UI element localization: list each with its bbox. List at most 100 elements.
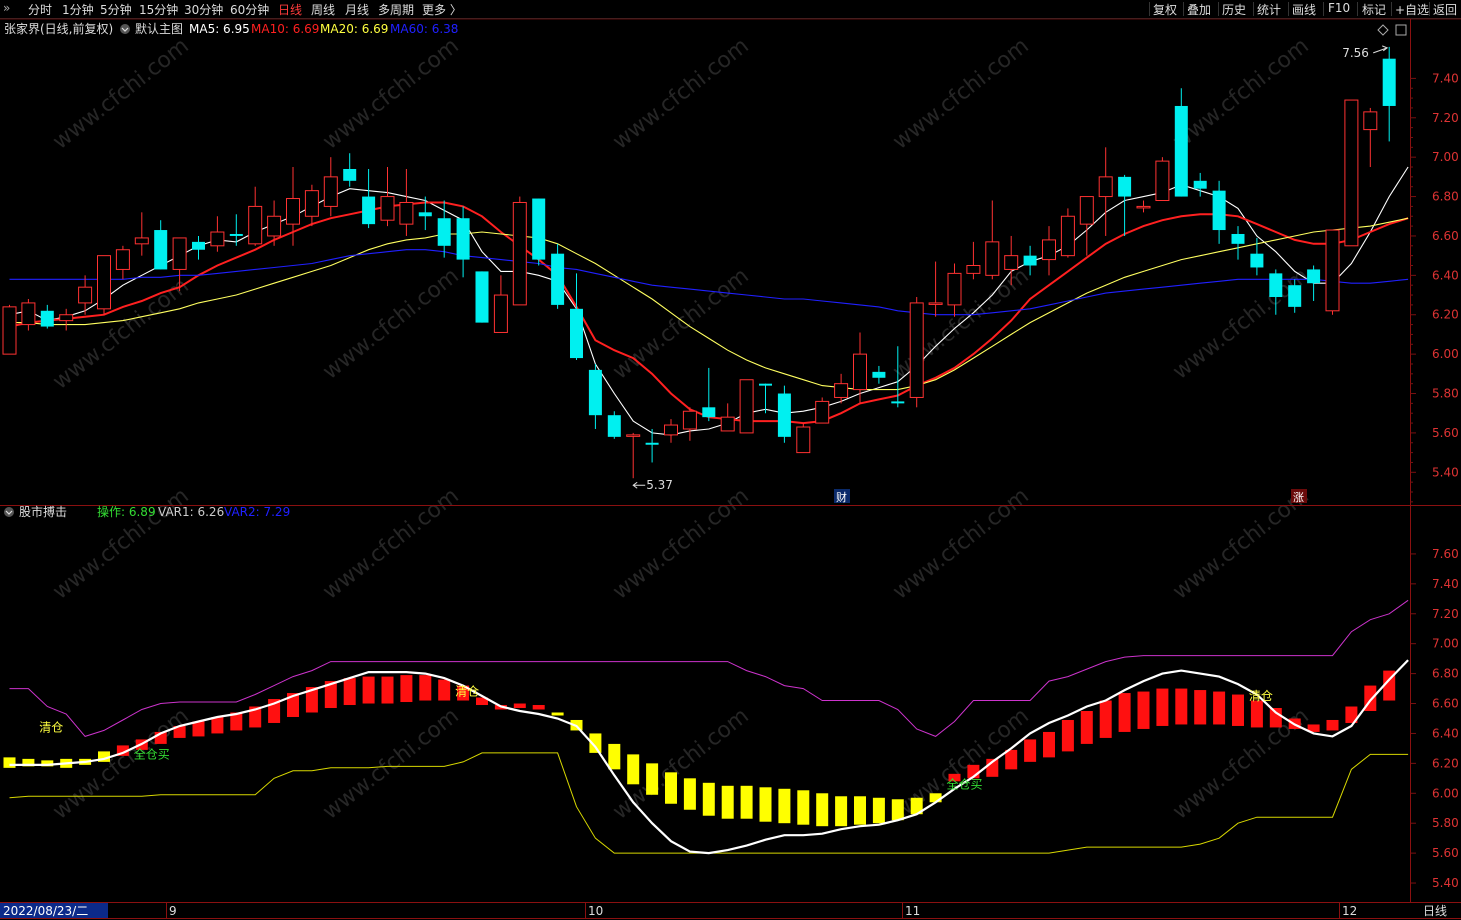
indicator-bar [1326, 719, 1339, 731]
kline-chart[interactable]: www.cfchi.com www.cfchi.com www.cfchi.com w… [0, 0, 1461, 920]
candle-body-down [1250, 253, 1264, 268]
template-dropdown-icon[interactable] [120, 24, 130, 34]
candle-body-up [928, 302, 943, 305]
watermark-text: www.cfchi.com [608, 483, 753, 604]
month-label-12: 12 [1342, 904, 1357, 918]
buy-signal-label: 全仓买 [134, 746, 170, 761]
indicator-bar [1061, 719, 1074, 752]
watermark-text: www.cfchi.com [888, 33, 1033, 154]
indicator-bar [627, 754, 640, 785]
candle-body-down [1307, 269, 1321, 284]
candle-body-up [909, 302, 924, 398]
candle-body-down [418, 212, 432, 217]
candle-body-up [1136, 205, 1151, 209]
indicator-bar [381, 676, 394, 704]
indicator-bar [1024, 739, 1037, 762]
axis-tick-label: 6.80 [1432, 190, 1459, 204]
indicator-bar [1080, 711, 1093, 744]
candle-body-down [437, 218, 451, 246]
candle-body-up [323, 176, 338, 207]
watermark-text: www.cfchi.com [48, 483, 193, 604]
high-arrow-icon [1373, 45, 1389, 54]
axis-tick-label: 6.80 [1432, 667, 1459, 681]
indicator-bar [513, 703, 526, 709]
ma10-label: MA10: 6.69 [251, 22, 319, 36]
candle-body-up [59, 314, 74, 322]
watermark-text: www.cfchi.com [888, 483, 1033, 604]
candle-body-up [1079, 196, 1094, 225]
indicator-dropdown-icon[interactable] [4, 507, 14, 517]
indicator-bar [362, 676, 375, 704]
candle-body-up [512, 201, 527, 306]
axis-tick-label: 7.40 [1432, 577, 1459, 591]
indicator-bar [1118, 693, 1131, 732]
axis-tick-label: 6.40 [1432, 726, 1459, 740]
candle-body-up [21, 302, 36, 326]
candle-body-up [115, 249, 130, 270]
candle-body-down [532, 198, 546, 260]
indicator-title[interactable]: 股市搏击 [19, 504, 67, 519]
indicator-chart: 清仓全仓买 清仓全仓买 清仓 [3, 599, 1409, 855]
candle-body-up [966, 265, 981, 274]
candle-body-up [97, 255, 111, 310]
axis-tick-label: 7.20 [1432, 607, 1459, 621]
candle-body-down [1174, 105, 1188, 197]
candle-body-down [872, 371, 886, 378]
candle-body-down [777, 393, 791, 437]
axis-tick-label: 6.20 [1432, 308, 1459, 322]
template-label[interactable]: 默认主图 [135, 21, 183, 36]
candle-body-down [362, 196, 376, 225]
indicator-bar [1194, 690, 1207, 725]
axis-tick-label: 5.80 [1432, 387, 1459, 401]
month-label-9: 9 [169, 904, 177, 918]
sub-value-axis: 7.60 7.40 7.20 7.00 6.80 6.60 6.40 6.20 6.00 5.80… [1410, 547, 1459, 890]
candle-body-up [1004, 255, 1019, 270]
candle-body-up [1363, 111, 1378, 131]
candle-body-up [1325, 229, 1340, 312]
watermark-text: www.cfchi.com [318, 33, 463, 154]
buy-signal-label: 全仓买 [947, 776, 983, 791]
axis-tick-label: 5.60 [1432, 846, 1459, 860]
low-arrow-icon [632, 481, 646, 489]
candle-body-down [645, 442, 659, 445]
maximize-icon[interactable] [1395, 24, 1407, 36]
time-axis: 2022/08/23/二 9 10 11 12 日线 [0, 903, 1447, 918]
candle-body-up [1344, 99, 1359, 247]
candle-body-up [682, 410, 697, 430]
watermark-text: www.cfchi.com [318, 483, 463, 604]
indicator-bar [702, 782, 715, 816]
clear-signal-label: 清仓 [1249, 689, 1273, 703]
month-label-11: 11 [905, 904, 920, 918]
axis-tick-label: 5.80 [1432, 816, 1459, 830]
rise-badge-text: 涨 [1293, 491, 1304, 504]
indicator-bar [665, 772, 677, 804]
diamond-icon[interactable] [1377, 24, 1389, 36]
candle-body-down [570, 308, 583, 359]
axis-tick-label: 6.60 [1432, 697, 1459, 711]
axis-tick-label: 5.40 [1432, 465, 1459, 479]
candle-body-down [154, 230, 168, 270]
indicator-bar [872, 797, 885, 824]
indicator-bar [1232, 694, 1244, 726]
main-panel-header: 张家界(日线,前复权) 默认主图 MA5: 6.95 MA10: 6.69 MA… [4, 21, 1407, 36]
candle-body-up [172, 237, 187, 270]
axis-tick-label: 6.20 [1432, 756, 1459, 770]
indicator-bar [835, 796, 848, 827]
axis-tick-label: 7.40 [1432, 71, 1459, 85]
indicator-bar [532, 705, 545, 710]
finance-badge-text: 财 [836, 490, 847, 504]
candle-body-up [985, 241, 1000, 276]
indicator-bar [1213, 691, 1226, 725]
indicator-bar [929, 793, 942, 803]
watermark-text: www.cfchi.com [1168, 263, 1313, 384]
candle-body-down [891, 401, 905, 404]
indicator-bar [683, 778, 696, 810]
candle-body-up [267, 215, 282, 237]
axis-tick-label: 6.00 [1432, 347, 1459, 361]
candle-body-down [1231, 233, 1245, 244]
axis-tick-label: 5.40 [1432, 876, 1459, 890]
candle-body-up [739, 379, 754, 434]
indicator-bar [3, 757, 16, 768]
candle-body-down [607, 415, 621, 437]
indicator-bar [211, 716, 224, 734]
